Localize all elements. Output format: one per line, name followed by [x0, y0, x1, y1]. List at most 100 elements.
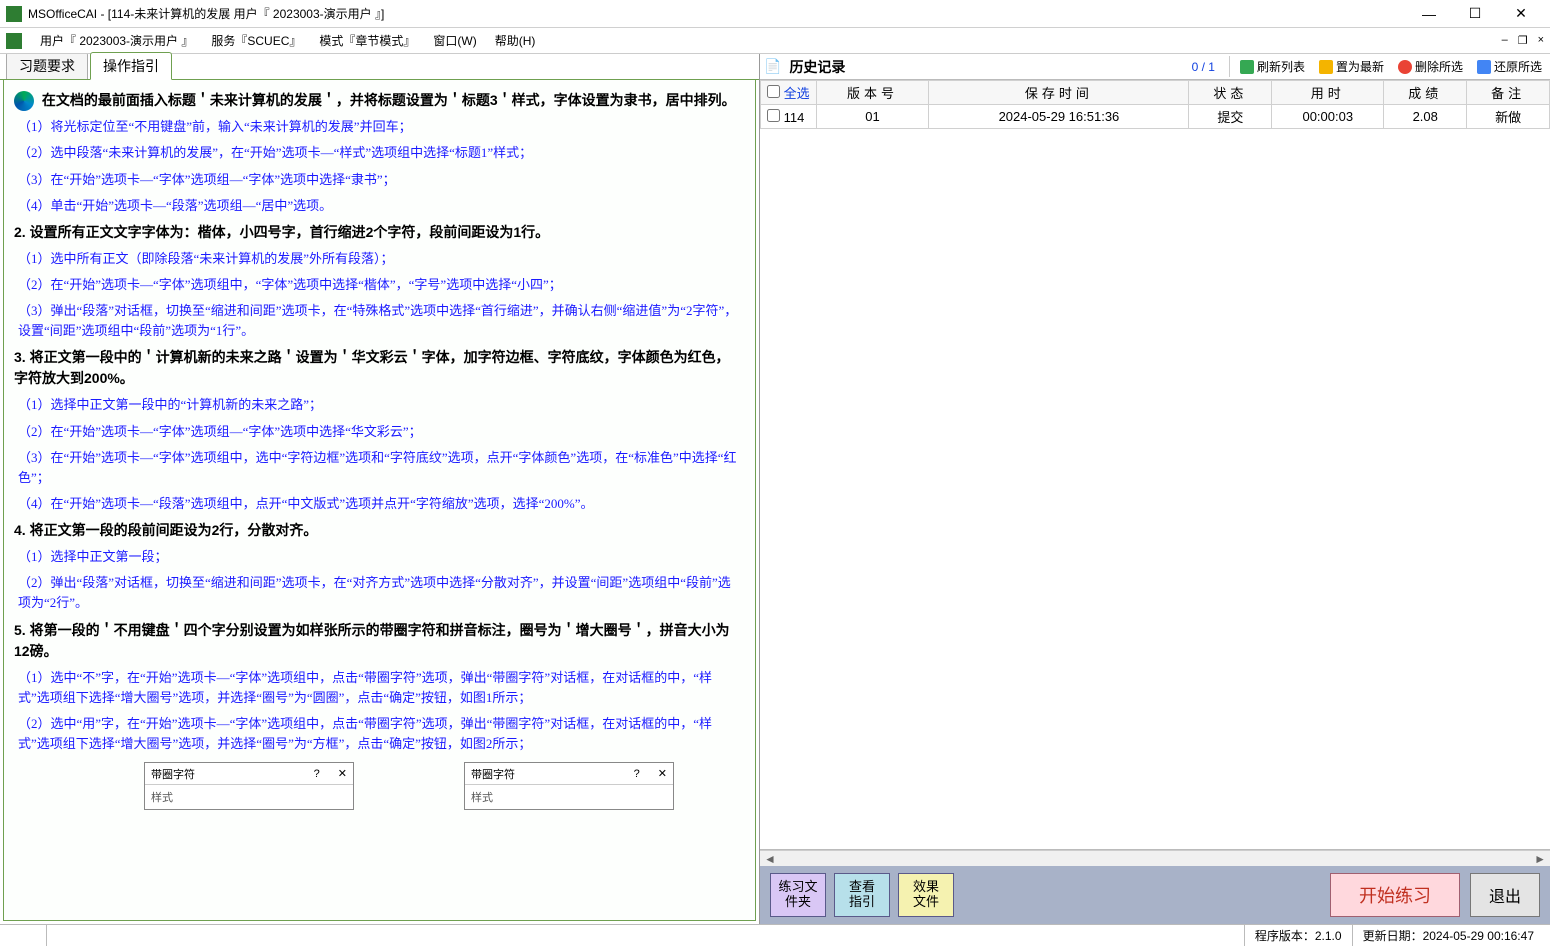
step-3-4: （4）在“开始”选项卡—“段落”选项组中，点开“中文版式”选项并点开“字符缩放”… [18, 494, 741, 514]
practice-folder-button[interactable]: 练习文 件夹 [770, 873, 826, 917]
app-icon [6, 6, 22, 22]
view-guide-button[interactable]: 查看 指引 [834, 873, 890, 917]
bottom-button-bar: 练习文 件夹 查看 指引 效果 文件 开始练习 退出 [760, 866, 1550, 924]
history-title: 历史记录 [789, 57, 845, 77]
status-bar: 程序版本：2.1.0 更新日期：2024-05-29 00:16:47 [0, 924, 1550, 946]
dialog-1-body: 样式 [145, 785, 353, 809]
dialog-preview-1: 带圈字符 ? ✕ 样式 [144, 762, 354, 810]
menu-user[interactable]: 用户『 2023003-演示用户 』 [38, 30, 195, 51]
row-remark: 新做 [1467, 105, 1550, 129]
left-tabs: 习题要求 操作指引 [0, 54, 759, 80]
dialog-previews: 带圈字符 ? ✕ 样式 带圈字符 ? ✕ 样式 [14, 762, 741, 810]
minimize-button[interactable]: — [1406, 0, 1452, 28]
step-3-3: （3）在“开始”选项卡—“字体”选项组中，选中“字符边框”选项和“字符底纹”选项… [18, 448, 741, 488]
tab-requirements[interactable]: 习题要求 [6, 52, 88, 79]
mdi-close-icon[interactable]: × [1538, 34, 1544, 47]
menu-service[interactable]: 服务『SCUEC』 [209, 30, 303, 51]
dialog-1-help-icon[interactable]: ? [314, 768, 320, 780]
step-1-4: （4）单击“开始”选项卡—“段落”选项组—“居中”选项。 [18, 196, 741, 216]
menu-mode[interactable]: 模式『章节模式』 [317, 30, 417, 51]
section-1-title: 在文档的最前面插入标题＇未来计算机的发展＇，并将标题设置为＇标题3＇样式，字体设… [42, 92, 736, 108]
step-4-2: （2）弹出“段落”对话框，切换至“缩进和间距”选项卡，在“对齐方式”选项中选择“… [18, 573, 741, 613]
menu-window[interactable]: 窗口(W) [431, 30, 478, 51]
col-state[interactable]: 状态 [1189, 81, 1272, 105]
status-update-date: 更新日期：2024-05-29 00:16:47 [1352, 925, 1544, 946]
select-all-link[interactable]: 全选 [784, 86, 810, 101]
row-duration: 00:00:03 [1272, 105, 1384, 129]
start-practice-button[interactable]: 开始练习 [1330, 873, 1460, 917]
dialog-2-help-icon[interactable]: ? [634, 768, 640, 780]
latest-icon [1319, 60, 1333, 74]
select-all-checkbox[interactable] [767, 85, 780, 98]
table-row[interactable]: 114 01 2024-05-29 16:51:36 提交 00:00:03 2… [761, 105, 1550, 129]
step-2-2: （2）在“开始”选项卡—“字体”选项组中，“字体”选项中选择“楷体”，“字号”选… [18, 275, 741, 295]
col-duration[interactable]: 用时 [1272, 81, 1384, 105]
maximize-button[interactable]: ☐ [1452, 0, 1498, 28]
section-5-head: 5. 将第一段的＇不用键盘＇四个字分别设置为如样张所示的带圈字符和拼音标注，圈号… [14, 620, 741, 662]
history-count: 0 / 1 [1192, 60, 1215, 74]
row-time: 2024-05-29 16:51:36 [929, 105, 1189, 129]
step-5-2: （2）选中“用”字，在“开始”选项卡—“字体”选项组中，点击“带圈字符”选项，弹… [18, 714, 741, 754]
dialog-preview-2: 带圈字符 ? ✕ 样式 [464, 762, 674, 810]
step-4-1: （1）选择中正文第一段； [18, 547, 741, 567]
left-pane: 习题要求 操作指引 在文档的最前面插入标题＇未来计算机的发展＇，并将标题设置为＇… [0, 54, 760, 924]
title-bar: MSOfficeCAI - [114-未来计算机的发展 用户『 2023003-… [0, 0, 1550, 28]
dialog-2-close-icon[interactable]: ✕ [658, 767, 667, 780]
delete-label: 删除所选 [1415, 58, 1463, 75]
dialog-2-title: 带圈字符 [471, 766, 634, 782]
refresh-list-button[interactable]: 刷新列表 [1236, 56, 1309, 77]
menu-bar: 用户『 2023003-演示用户 』 服务『SCUEC』 模式『章节模式』 窗口… [0, 28, 1550, 54]
app-icon-small [6, 33, 22, 49]
section-1-head: 在文档的最前面插入标题＇未来计算机的发展＇，并将标题设置为＇标题3＇样式，字体设… [14, 90, 741, 111]
row-version: 01 [816, 105, 929, 129]
menu-help[interactable]: 帮助(H) [493, 30, 538, 51]
step-2-1: （1）选中所有正文（即除段落“未来计算机的发展”外所有段落）； [18, 249, 741, 269]
exit-button[interactable]: 退出 [1470, 873, 1540, 917]
refresh-label: 刷新列表 [1257, 58, 1305, 75]
section-2-head: 2. 设置所有正文文字字体为：楷体，小四号字，首行缩进2个字符，段前间距设为1行… [14, 222, 741, 243]
delete-selected-button[interactable]: 删除所选 [1394, 56, 1467, 77]
latest-label: 置为最新 [1336, 58, 1384, 75]
history-toolbar: 📄 历史记录 0 / 1 刷新列表 置为最新 删除所选 还原所选 [760, 54, 1550, 80]
delete-icon [1398, 60, 1412, 74]
col-select[interactable]: 全选 [761, 81, 817, 105]
row-id: 114 [784, 110, 805, 125]
restore-icon [1477, 60, 1491, 74]
col-score[interactable]: 成绩 [1384, 81, 1467, 105]
row-checkbox[interactable] [767, 109, 780, 122]
step-3-2: （2）在“开始”选项卡—“字体”选项组—“字体”选项中选择“华文彩云”； [18, 422, 741, 442]
mdi-restore-icon[interactable]: ❐ [1518, 34, 1528, 47]
instruction-scroll[interactable]: 在文档的最前面插入标题＇未来计算机的发展＇，并将标题设置为＇标题3＇样式，字体设… [3, 80, 756, 921]
step-1-3: （3）在“开始”选项卡—“字体”选项组—“字体”选项中选择“隶书”； [18, 170, 741, 190]
history-icon: 📄 [764, 58, 781, 75]
right-pane: 📄 历史记录 0 / 1 刷新列表 置为最新 删除所选 还原所选 全选 版本号 … [760, 54, 1550, 924]
step-1-2: （2）选中段落“未来计算机的发展”，在“开始”选项卡—“样式”选项组中选择“标题… [18, 143, 741, 163]
col-save-time[interactable]: 保存时间 [929, 81, 1189, 105]
col-version[interactable]: 版本号 [816, 81, 929, 105]
set-latest-button[interactable]: 置为最新 [1315, 56, 1388, 77]
restore-selected-button[interactable]: 还原所选 [1473, 56, 1546, 77]
step-5-1: （1）选中“不”字，在“开始”选项卡—“字体”选项组中，点击“带圈字符”选项，弹… [18, 668, 741, 708]
section-3-head: 3. 将正文第一段中的＇计算机新的未来之路＇设置为＇华文彩云＇字体，加字符边框、… [14, 347, 741, 389]
window-title: MSOfficeCAI - [114-未来计算机的发展 用户『 2023003-… [28, 5, 384, 22]
tab-guide[interactable]: 操作指引 [90, 52, 172, 80]
horizontal-scrollbar[interactable]: ◄► [760, 850, 1550, 866]
edge-icon [14, 91, 34, 111]
row-score: 2.08 [1384, 105, 1467, 129]
dialog-1-close-icon[interactable]: ✕ [338, 767, 347, 780]
mdi-minimize-icon[interactable]: – [1502, 34, 1508, 47]
close-button[interactable]: ✕ [1498, 0, 1544, 28]
dialog-2-body: 样式 [465, 785, 673, 809]
dialog-1-title: 带圈字符 [151, 766, 314, 782]
status-version: 程序版本：2.1.0 [1244, 925, 1352, 946]
row-state: 提交 [1189, 105, 1272, 129]
col-remark[interactable]: 备注 [1467, 81, 1550, 105]
step-3-1: （1）选择中正文第一段中的“计算机新的未来之路”； [18, 395, 741, 415]
history-table-wrap[interactable]: 全选 版本号 保存时间 状态 用时 成绩 备注 114 01 2024-05-2… [760, 80, 1550, 850]
effect-file-button[interactable]: 效果 文件 [898, 873, 954, 917]
step-2-3: （3）弹出“段落”对话框，切换至“缩进和间距”选项卡，在“特殊格式”选项中选择“… [18, 301, 741, 341]
refresh-icon [1240, 60, 1254, 74]
restore-label: 还原所选 [1494, 58, 1542, 75]
step-1-1: （1）将光标定位至“不用键盘”前，输入“未来计算机的发展”并回车； [18, 117, 741, 137]
history-table: 全选 版本号 保存时间 状态 用时 成绩 备注 114 01 2024-05-2… [760, 80, 1550, 129]
